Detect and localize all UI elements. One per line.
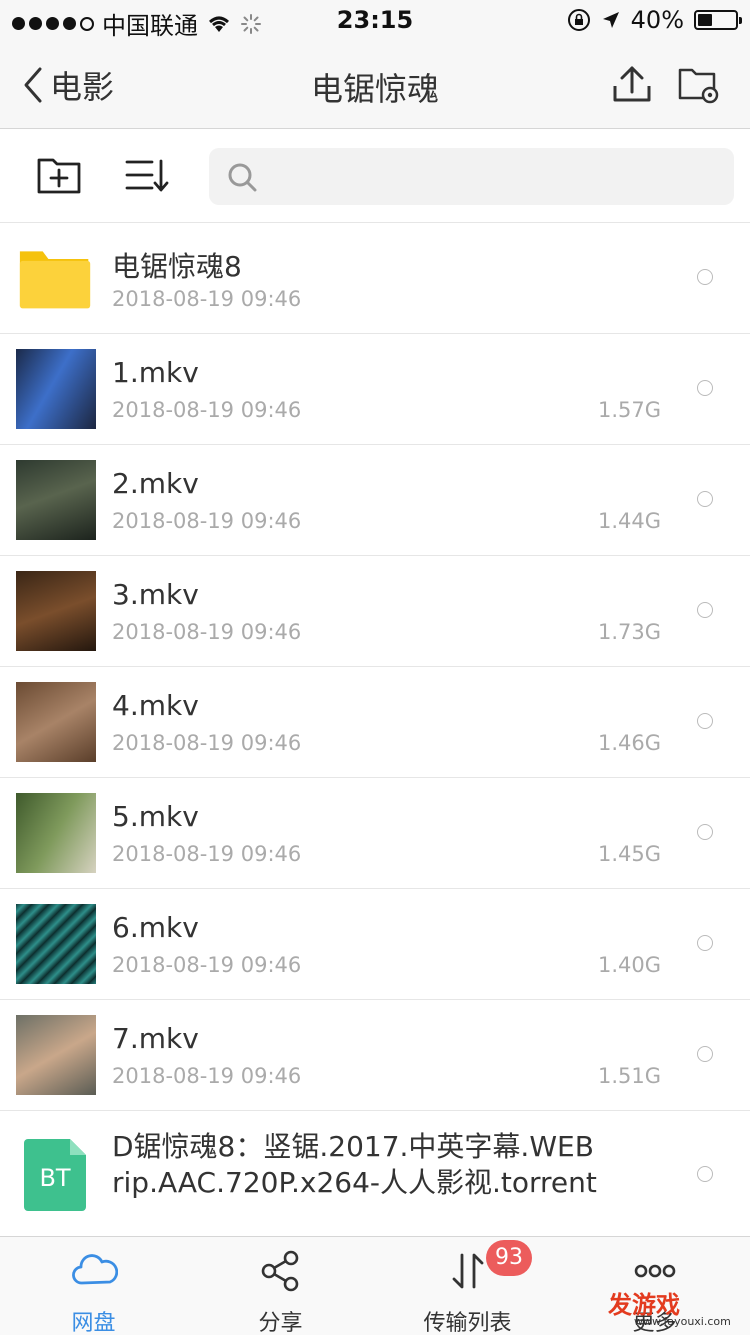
transfer-icon (452, 1253, 484, 1289)
file-date: 2018-08-19 09:46 (112, 509, 302, 533)
list-item-video[interactable]: 2.mkv 2018-08-19 09:46 1.44G (0, 445, 750, 556)
bt-icon-text: BT (39, 1164, 70, 1192)
file-list: 电锯惊魂8 2018-08-19 09:46 1.mkv 2018-08-19 … (0, 223, 750, 1240)
tab-transfer-list[interactable]: 传输列表 (374, 1237, 561, 1336)
sort-icon[interactable] (124, 155, 170, 195)
list-item-video[interactable]: 6.mkv 2018-08-19 09:46 1.40G (0, 889, 750, 1000)
select-radio[interactable] (697, 1046, 713, 1062)
watermark-url: www.fayouxi.com (634, 1315, 731, 1328)
select-radio[interactable] (697, 824, 713, 840)
file-date: 2018-08-19 09:46 (112, 842, 302, 866)
file-name: 4.mkv (112, 689, 199, 722)
video-thumbnail (16, 904, 96, 984)
file-date: 2018-08-19 09:46 (112, 953, 302, 977)
select-radio[interactable] (697, 602, 713, 618)
video-thumbnail (16, 571, 96, 651)
tab-label: 传输列表 (423, 1311, 512, 1336)
folder-icon (19, 251, 91, 309)
tab-label: 分享 (258, 1311, 303, 1336)
file-toolbar (0, 129, 750, 223)
file-name: 5.mkv (112, 800, 199, 833)
navigation-bar: 电影 电锯惊魂 (0, 40, 750, 129)
file-date: 2018-08-19 09:46 (112, 731, 302, 755)
status-bar: 中国联通 23:15 40% (0, 0, 750, 40)
list-item-folder[interactable]: 电锯惊魂8 2018-08-19 09:46 (0, 223, 750, 334)
file-name: 1.mkv (112, 356, 199, 389)
transfer-count-badge: 93 (486, 1240, 532, 1276)
file-name: 7.mkv (112, 1022, 199, 1055)
video-thumbnail (16, 793, 96, 873)
file-name: 6.mkv (112, 911, 199, 944)
file-size: 1.46G (597, 731, 661, 755)
list-item-video[interactable]: 3.mkv 2018-08-19 09:46 1.73G (0, 556, 750, 667)
file-name: 3.mkv (112, 578, 199, 611)
video-thumbnail (16, 682, 96, 762)
select-radio[interactable] (697, 491, 713, 507)
search-input[interactable] (209, 148, 734, 205)
search-icon (228, 163, 257, 192)
file-size: 1.45G (597, 842, 661, 866)
upload-icon[interactable] (610, 62, 654, 106)
file-date: 2018-08-19 09:46 (112, 398, 302, 422)
list-item-video[interactable]: 5.mkv 2018-08-19 09:46 1.45G (0, 778, 750, 889)
bt-torrent-icon: BT (24, 1139, 86, 1211)
list-item-video[interactable]: 1.mkv 2018-08-19 09:46 1.57G (0, 334, 750, 445)
location-arrow-icon (602, 12, 619, 28)
video-thumbnail (16, 1015, 96, 1095)
list-item-video[interactable]: 4.mkv 2018-08-19 09:46 1.46G (0, 667, 750, 778)
orientation-lock-icon (567, 9, 590, 31)
file-name: 电锯惊魂8 (112, 250, 242, 283)
tab-cloud-drive[interactable]: 网盘 (0, 1237, 187, 1336)
video-thumbnail (16, 460, 96, 540)
select-radio[interactable] (697, 935, 713, 951)
cloud-icon (72, 1254, 118, 1285)
select-radio[interactable] (697, 713, 713, 729)
list-item-torrent[interactable]: BT D锯惊魂8：竖锯.2017.中英字幕.WEBrip.AAC.720P.x2… (0, 1111, 750, 1240)
status-right: 40% (567, 6, 742, 34)
file-date: 2018-08-19 09:46 (112, 1064, 302, 1088)
file-date: 2018-08-19 09:46 (112, 287, 302, 311)
tab-share[interactable]: 分享 (187, 1237, 374, 1336)
share-icon (261, 1250, 299, 1292)
folder-settings-icon[interactable] (676, 62, 720, 106)
select-radio[interactable] (697, 1166, 713, 1182)
file-size: 1.57G (597, 398, 661, 422)
file-size: 1.51G (597, 1064, 661, 1088)
file-size: 1.44G (597, 509, 661, 533)
watermark-logo: 发游戏 www.fayouxi.com (608, 1285, 748, 1333)
select-radio[interactable] (697, 269, 713, 285)
file-size: 1.40G (597, 953, 661, 977)
battery-percent: 40% (630, 6, 684, 34)
tab-label: 网盘 (71, 1311, 116, 1336)
list-item-video[interactable]: 7.mkv 2018-08-19 09:46 1.51G (0, 1000, 750, 1111)
file-date: 2018-08-19 09:46 (112, 620, 302, 644)
file-size: 1.73G (597, 620, 661, 644)
file-name: D锯惊魂8：竖锯.2017.中英字幕.WEBrip.AAC.720P.x264-… (112, 1130, 597, 1199)
file-name: 2.mkv (112, 467, 199, 500)
battery-icon (694, 10, 742, 30)
video-thumbnail (16, 349, 96, 429)
select-radio[interactable] (697, 380, 713, 396)
new-folder-icon[interactable] (36, 155, 82, 195)
